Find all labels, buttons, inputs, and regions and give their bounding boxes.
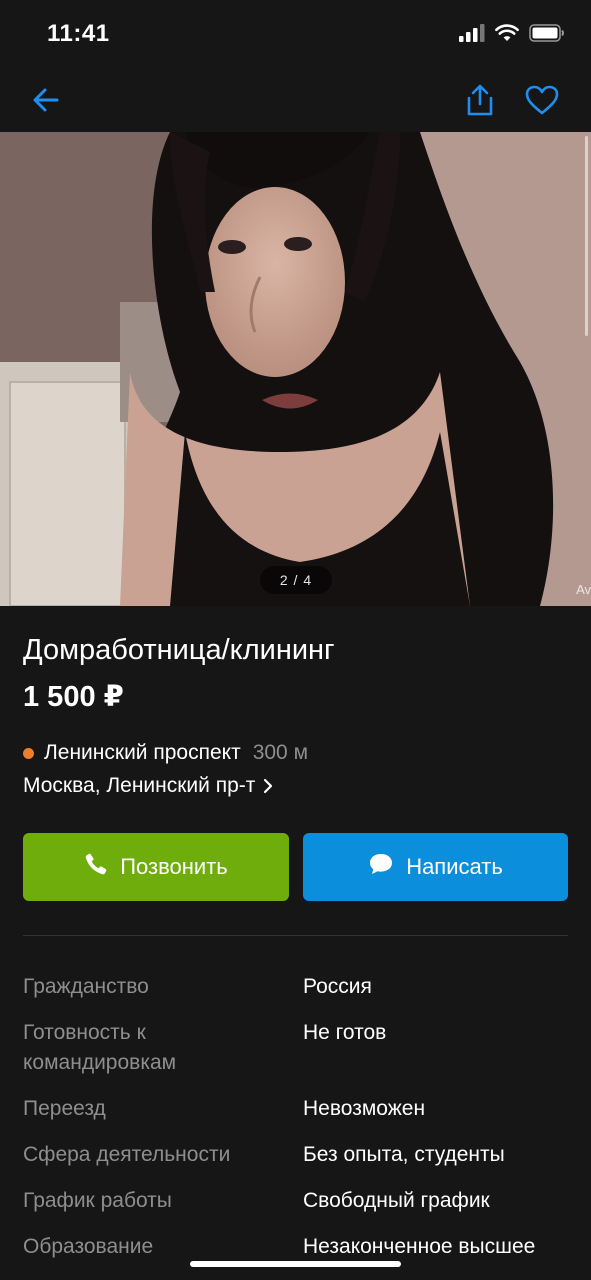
watermark: Av	[576, 582, 591, 597]
param-row-citizenship: Гражданство Россия	[23, 972, 568, 1002]
battery-icon	[529, 24, 565, 47]
nav-bar	[0, 70, 591, 132]
section-divider	[23, 935, 568, 936]
param-label: Готовность к командировкам	[23, 1021, 177, 1074]
metro-distance: 300 м	[252, 741, 309, 764]
chevron-right-icon	[263, 778, 273, 794]
write-button[interactable]: Написать	[303, 833, 568, 901]
param-row-schedule: График работы Свободный график	[23, 1186, 568, 1216]
status-icons	[459, 24, 565, 47]
call-button[interactable]: Позвонить	[23, 833, 289, 901]
param-row-business-trips: Готовность к командировкам Не готов	[23, 1018, 568, 1078]
param-label: Сфера деятельности	[23, 1143, 231, 1166]
metro-station: Ленинский проспект 300 м	[23, 741, 308, 765]
chat-bubble-icon	[368, 852, 394, 882]
param-value: Незаконченное высшее	[303, 1235, 536, 1258]
call-button-label: Позвонить	[120, 854, 228, 879]
photo-gallery[interactable]: 2 / 4 Av	[0, 132, 591, 606]
address-link[interactable]: Москва, Ленинский пр-т	[23, 774, 273, 798]
watermark-text: Av	[576, 582, 591, 597]
listing-price: 1 500 ₽	[23, 681, 124, 713]
metro-line-dot	[23, 747, 34, 759]
home-indicator[interactable]	[190, 1261, 401, 1267]
gallery-pager: 2 / 4	[260, 566, 332, 594]
address-text: Москва, Ленинский пр-т	[23, 774, 256, 797]
param-row-relocation: Переезд Невозможен	[23, 1094, 568, 1124]
cellular-signal-icon	[459, 24, 485, 47]
params-list: Гражданство Россия Готовность к командир…	[23, 972, 568, 1278]
favorite-button[interactable]	[520, 80, 564, 124]
param-value: Невозможен	[303, 1097, 426, 1120]
status-bar: 11:41	[0, 0, 591, 70]
param-value: Свободный график	[303, 1189, 490, 1212]
arrow-left-icon	[32, 87, 60, 118]
listing-title: Домработница/клининг	[23, 634, 335, 666]
write-button-label: Написать	[406, 854, 503, 879]
back-button[interactable]	[24, 80, 68, 124]
param-row-field: Сфера деятельности Без опыта, студенты	[23, 1140, 568, 1170]
metro-station-name: Ленинский проспект	[44, 741, 241, 764]
heart-icon	[524, 84, 560, 121]
wifi-icon	[495, 24, 519, 47]
phone-icon	[84, 852, 108, 882]
param-value: Без опыта, студенты	[303, 1143, 505, 1166]
param-row-education: Образование Незаконченное высшее	[23, 1232, 568, 1262]
listing-photo	[0, 132, 591, 606]
param-label: График работы	[23, 1189, 172, 1212]
param-label: Переезд	[23, 1097, 106, 1120]
share-button[interactable]	[458, 80, 502, 124]
status-time: 11:41	[47, 20, 110, 47]
param-value: Не готов	[303, 1021, 387, 1044]
param-label: Гражданство	[23, 975, 149, 998]
param-value: Россия	[303, 975, 372, 998]
share-icon	[464, 83, 496, 122]
param-label: Образование	[23, 1235, 154, 1258]
scroll-indicator	[585, 136, 588, 336]
